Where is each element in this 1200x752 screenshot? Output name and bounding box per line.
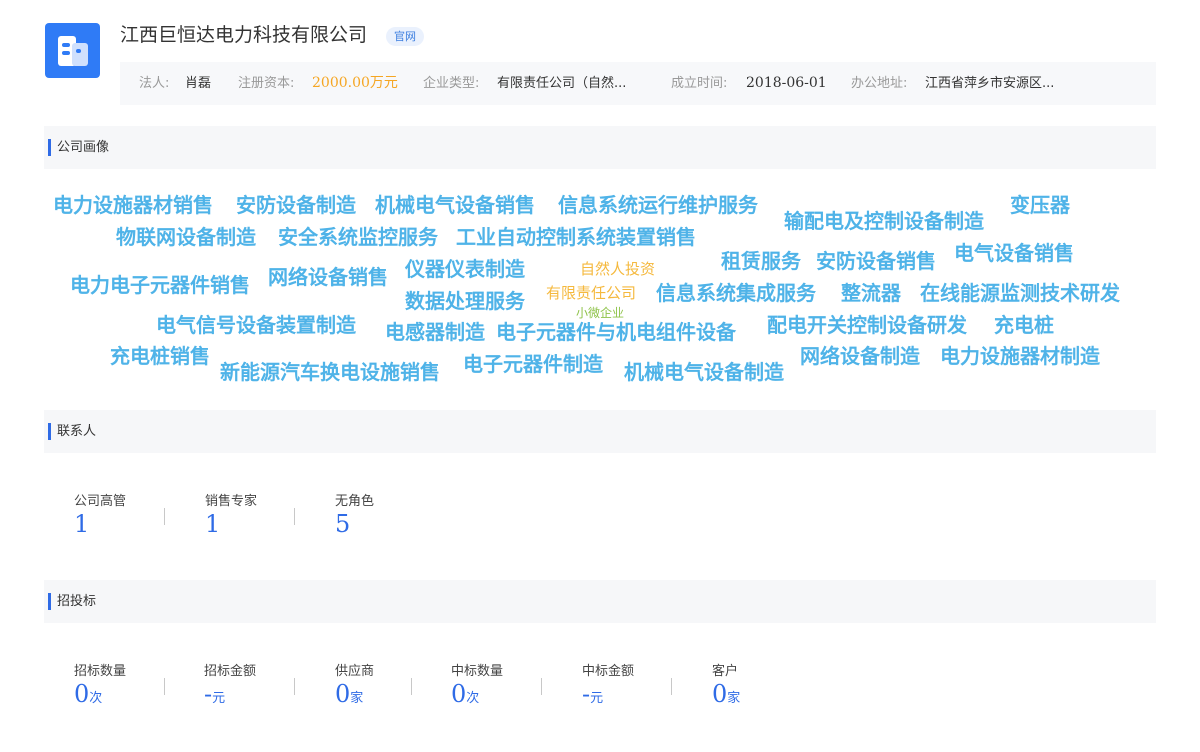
word-cloud-tag[interactable]: 变压器 xyxy=(1010,193,1070,217)
stat-value: 0 xyxy=(74,680,90,708)
portrait-section-title: 公司画像 xyxy=(57,140,110,155)
stat-divider xyxy=(541,678,542,695)
word-cloud-tag[interactable]: 电子元器件制造 xyxy=(463,352,603,376)
stat-divider xyxy=(294,678,295,695)
word-cloud-tag[interactable]: 整流器 xyxy=(841,281,901,305)
founded-date-value: 2018-06-01 xyxy=(746,75,827,91)
stat-unit: 元 xyxy=(212,691,226,706)
founded-date-label: 成立时间: xyxy=(671,76,728,91)
company-info-bar: 法人: 肖磊 注册资本: 2000.00万元 企业类型: 有限责任公司（自然..… xyxy=(120,62,1156,105)
investor-type-tag[interactable]: 自然人投资 xyxy=(580,257,655,281)
company-name: 江西巨恒达电力科技有限公司 xyxy=(120,24,368,46)
official-site-badge[interactable]: 官网 xyxy=(386,27,424,46)
stat-value: - xyxy=(204,680,213,708)
stat-divider xyxy=(294,508,295,525)
office-address-value: 江西省萍乡市安源区... xyxy=(925,76,1055,91)
stat-label: 中标金额 xyxy=(582,664,635,679)
stat-label: 无角色 xyxy=(335,494,375,509)
word-cloud-tag[interactable]: 电力设施器材销售 xyxy=(53,193,213,217)
company-type-label: 企业类型: xyxy=(423,76,480,91)
stat-unit: 元 xyxy=(590,691,604,706)
contact-stat-executive[interactable]: 公司高管 1 xyxy=(74,494,126,538)
word-cloud-tag[interactable]: 安全系统监控服务 xyxy=(278,225,438,249)
bid-stat-tender-amount[interactable]: 招标金额 -元 xyxy=(204,664,256,713)
stat-label: 招标数量 xyxy=(74,664,127,679)
word-cloud-tag[interactable]: 电力设施器材制造 xyxy=(940,344,1100,368)
bid-stat-customer[interactable]: 客户 0家 xyxy=(712,664,740,713)
stat-label: 供应商 xyxy=(335,664,375,679)
stat-label: 招标金额 xyxy=(204,664,257,679)
bid-stat-supplier[interactable]: 供应商 0家 xyxy=(335,664,374,713)
stat-divider xyxy=(164,508,165,525)
word-cloud-tag[interactable]: 网络设备销售 xyxy=(268,265,388,289)
legal-person-value: 肖磊 xyxy=(185,76,212,91)
stat-unit: 次 xyxy=(89,691,103,706)
word-cloud-tag[interactable]: 电力电子元器件销售 xyxy=(70,273,250,297)
legal-person-label: 法人: xyxy=(139,76,170,91)
section-accent-bar xyxy=(48,423,51,440)
word-cloud-tag[interactable]: 工业自动控制系统装置销售 xyxy=(456,225,696,249)
word-cloud-tag[interactable]: 物联网设备制造 xyxy=(116,225,256,249)
word-cloud-tag[interactable]: 配电开关控制设备研发 xyxy=(767,313,967,337)
stat-value: 1 xyxy=(74,510,90,538)
section-accent-bar xyxy=(48,139,51,156)
stat-value: 1 xyxy=(205,510,221,538)
contacts-section-title: 联系人 xyxy=(57,424,97,439)
word-cloud-tag[interactable]: 在线能源监测技术研发 xyxy=(920,281,1120,305)
word-cloud-tag[interactable]: 租赁服务 xyxy=(721,249,801,273)
registered-capital-value: 2000.00万元 xyxy=(312,75,398,91)
word-cloud-tag[interactable]: 充电桩销售 xyxy=(110,344,210,368)
word-cloud-tag[interactable]: 电气信号设备装置制造 xyxy=(156,313,356,337)
building-icon xyxy=(58,36,88,66)
word-cloud-tag[interactable]: 电感器制造 xyxy=(385,320,485,344)
stat-value: 5 xyxy=(335,510,351,538)
contacts-section-header: 联系人 xyxy=(44,410,1156,453)
stat-label: 中标数量 xyxy=(451,664,504,679)
word-cloud-tag[interactable]: 机械电气设备销售 xyxy=(375,193,535,217)
word-cloud-tag[interactable]: 网络设备制造 xyxy=(800,344,920,368)
stat-label: 销售专家 xyxy=(205,494,258,509)
stat-divider xyxy=(671,678,672,695)
bidding-section-title: 招投标 xyxy=(57,594,97,609)
company-logo xyxy=(45,23,100,78)
stat-unit: 家 xyxy=(350,691,364,706)
stat-divider xyxy=(411,678,412,695)
stat-unit: 次 xyxy=(466,691,480,706)
word-cloud-tag[interactable]: 机械电气设备制造 xyxy=(624,360,784,384)
stat-label: 客户 xyxy=(712,664,739,679)
word-cloud-tag[interactable]: 安防设备销售 xyxy=(816,249,936,273)
word-cloud-tag[interactable]: 新能源汽车换电设施销售 xyxy=(220,360,440,384)
company-type-value: 有限责任公司（自然... xyxy=(497,76,627,91)
bid-stat-win-amount[interactable]: 中标金额 -元 xyxy=(582,664,634,713)
word-cloud-tag[interactable]: 电气设备销售 xyxy=(954,241,1074,265)
word-cloud-tag[interactable]: 信息系统集成服务 xyxy=(656,281,816,305)
word-cloud-tag[interactable]: 输配电及控制设备制造 xyxy=(784,209,984,233)
bidding-section-header: 招投标 xyxy=(44,580,1156,623)
word-cloud-tag[interactable]: 充电桩 xyxy=(994,313,1054,337)
word-cloud-tag[interactable]: 数据处理服务 xyxy=(405,289,525,313)
word-cloud-tag[interactable]: 仪器仪表制造 xyxy=(405,257,525,281)
registered-capital-label: 注册资本: xyxy=(238,76,295,91)
stat-value: 0 xyxy=(335,680,351,708)
bid-stat-tender-count[interactable]: 招标数量 0次 xyxy=(74,664,126,713)
word-cloud-tag[interactable]: 信息系统运行维护服务 xyxy=(558,193,758,217)
stat-value: - xyxy=(582,680,591,708)
office-address-label: 办公地址: xyxy=(851,76,908,91)
stat-value: 0 xyxy=(712,680,728,708)
word-cloud-tag[interactable]: 安防设备制造 xyxy=(236,193,356,217)
bid-stat-win-count[interactable]: 中标数量 0次 xyxy=(451,664,503,713)
stat-unit: 家 xyxy=(727,691,741,706)
contact-stat-sales-expert[interactable]: 销售专家 1 xyxy=(205,494,257,538)
stat-divider xyxy=(164,678,165,695)
company-scale-tag[interactable]: 小微企业 xyxy=(576,301,624,325)
stat-label: 公司高管 xyxy=(74,494,127,509)
section-accent-bar xyxy=(48,593,51,610)
portrait-section-header: 公司画像 xyxy=(44,126,1156,169)
stat-value: 0 xyxy=(451,680,467,708)
contact-stat-no-role[interactable]: 无角色 5 xyxy=(335,494,374,538)
